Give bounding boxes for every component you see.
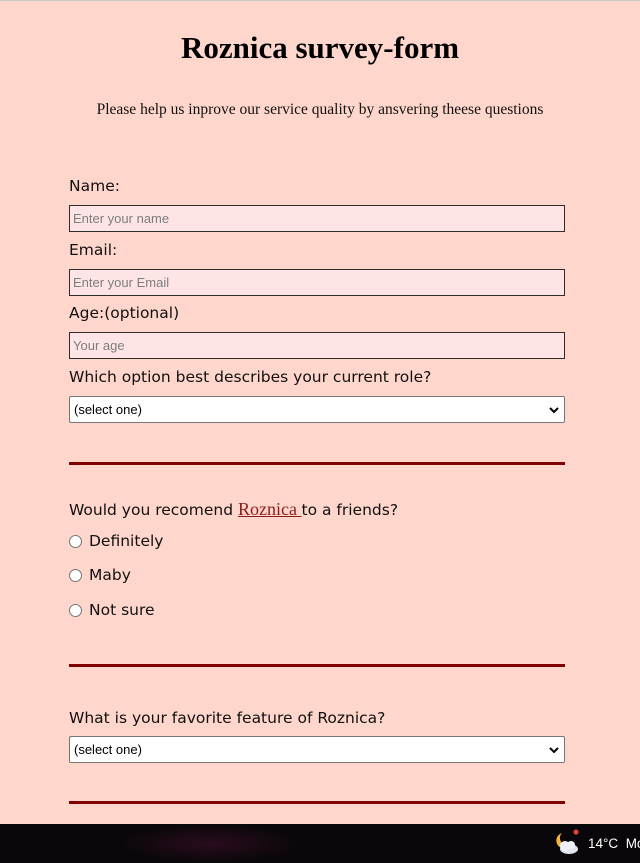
feature-select-value: (select one) xyxy=(74,742,142,757)
radio-button[interactable] xyxy=(69,534,82,548)
section-divider xyxy=(69,664,565,667)
section-divider xyxy=(69,462,565,465)
roznica-link[interactable]: Roznica xyxy=(238,499,301,519)
name-input[interactable] xyxy=(69,205,565,232)
role-label: Which option best describes your current… xyxy=(69,368,432,386)
name-label: Name: xyxy=(69,177,120,195)
role-select[interactable]: (select one) xyxy=(69,396,565,423)
page-description: Please help us inprove our service quali… xyxy=(96,101,544,118)
role-select-value: (select one) xyxy=(74,402,142,417)
email-label: Email: xyxy=(69,241,118,259)
chevron-down-icon xyxy=(549,406,559,413)
partly-cloudy-night-icon[interactable] xyxy=(553,829,581,857)
radio-option-maby[interactable]: Maby xyxy=(69,565,131,585)
radio-option-definitely[interactable]: Definitely xyxy=(69,531,163,551)
weather-text: 14°C Mo xyxy=(588,836,640,851)
page-title: Roznica survey-form xyxy=(180,30,460,65)
radio-button[interactable] xyxy=(69,603,82,617)
feature-label: What is your favorite feature of Roznica… xyxy=(69,709,386,727)
window-top-border xyxy=(0,0,640,1)
radio-label: Not sure xyxy=(89,601,155,619)
taskbar-app-glow xyxy=(120,824,300,863)
radio-button[interactable] xyxy=(69,568,82,582)
chevron-down-icon xyxy=(549,746,559,753)
recommend-question: Would you recomend Roznica to a friends? xyxy=(69,499,398,520)
radio-label: Definitely xyxy=(89,532,164,550)
radio-option-not-sure[interactable]: Not sure xyxy=(69,600,155,620)
radio-label: Maby xyxy=(89,566,131,584)
feature-select[interactable]: (select one) xyxy=(69,736,565,763)
temperature: 14°C xyxy=(588,836,619,851)
weather-condition: Mo xyxy=(625,836,640,851)
email-input[interactable] xyxy=(69,269,565,296)
recommend-label-start: Would you recomend xyxy=(69,501,239,519)
recommend-label-end: to a friends? xyxy=(301,501,399,519)
age-input[interactable] xyxy=(69,332,565,359)
taskbar: 14°C Mo xyxy=(0,824,640,863)
age-label: Age:(optional) xyxy=(69,304,180,322)
section-divider xyxy=(69,801,565,804)
